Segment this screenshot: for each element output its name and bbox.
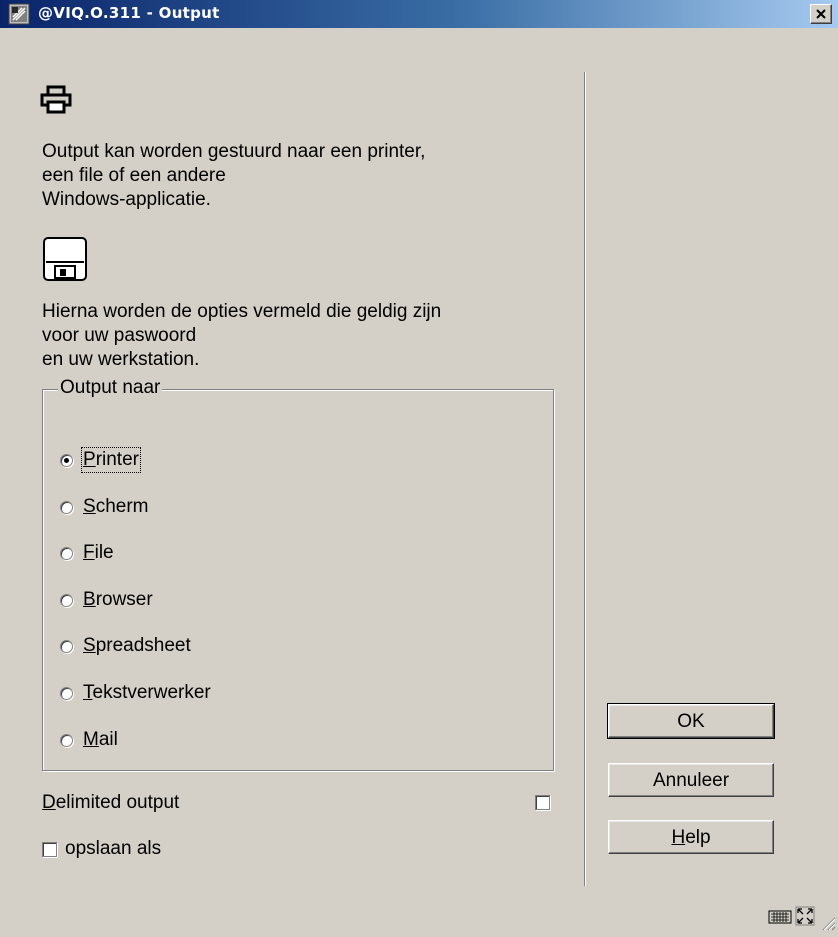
save-as-option[interactable]: opslaan als: [42, 836, 161, 862]
delimited-output-checkbox[interactable]: [535, 795, 550, 810]
radio-mail[interactable]: Mail: [60, 727, 118, 753]
radio-printer[interactable]: Printer: [60, 447, 141, 473]
options-description-line-1: Hierna worden de opties vermeld die geld…: [42, 301, 442, 322]
radio-file[interactable]: File: [60, 540, 114, 566]
radio-label[interactable]: Printer: [81, 447, 141, 473]
cancel-button[interactable]: Annuleer: [608, 763, 774, 797]
options-description-line-2: voor uw paswoord: [42, 325, 197, 346]
radio-tekstverwerker[interactable]: Tekstverwerker: [60, 680, 211, 706]
radio-label[interactable]: Mail: [83, 729, 118, 751]
printer-description: Output kan worden gestuurd naar een prin…: [42, 140, 572, 212]
radio-button[interactable]: [60, 686, 73, 700]
options-description: Hierna worden de opties vermeld die geld…: [42, 300, 572, 372]
radio-scherm[interactable]: Scherm: [60, 494, 148, 520]
printer-description-line-2: een file of een andere: [42, 165, 226, 186]
title-bar[interactable]: @VIQ.O.311 - Output: [0, 0, 838, 28]
radio-button[interactable]: [60, 453, 73, 467]
delimited-output-label[interactable]: Delimited output: [42, 790, 179, 816]
maximize-icon[interactable]: [794, 905, 816, 933]
radio-label[interactable]: Tekstverwerker: [83, 682, 211, 704]
printer-description-line-1: Output kan worden gestuurd naar een prin…: [42, 141, 426, 162]
radio-button[interactable]: [60, 593, 73, 607]
radio-label[interactable]: Browser: [83, 589, 153, 611]
radio-browser[interactable]: Browser: [60, 587, 153, 613]
options-description-line-3: en uw werkstation.: [42, 349, 200, 370]
resize-grip-icon[interactable]: [820, 915, 836, 937]
window-title: @VIQ.O.311 - Output: [38, 4, 220, 22]
radio-label[interactable]: Spreadsheet: [83, 635, 191, 657]
printer-icon: [40, 85, 72, 121]
radio-spreadsheet[interactable]: Spreadsheet: [60, 633, 191, 659]
save-as-label[interactable]: opslaan als: [65, 836, 161, 862]
close-button[interactable]: [810, 4, 832, 24]
radio-button[interactable]: [60, 546, 73, 560]
help-button[interactable]: Help: [608, 820, 774, 854]
radio-label[interactable]: Scherm: [83, 496, 148, 518]
app-icon[interactable]: [8, 3, 30, 25]
radio-button[interactable]: [60, 639, 73, 653]
radio-button[interactable]: [60, 500, 73, 514]
ok-button[interactable]: OK: [607, 703, 775, 739]
vertical-separator: [584, 72, 586, 886]
close-icon: [816, 9, 826, 19]
radio-button[interactable]: [60, 733, 73, 747]
floppy-disk-icon: [42, 236, 88, 288]
output-group-legend: Output naar: [58, 376, 163, 400]
radio-label[interactable]: File: [83, 542, 114, 564]
printer-description-line-3: Windows-applicatie.: [42, 189, 211, 210]
keyboard-icon[interactable]: [768, 907, 792, 931]
save-as-checkbox[interactable]: [42, 841, 57, 857]
